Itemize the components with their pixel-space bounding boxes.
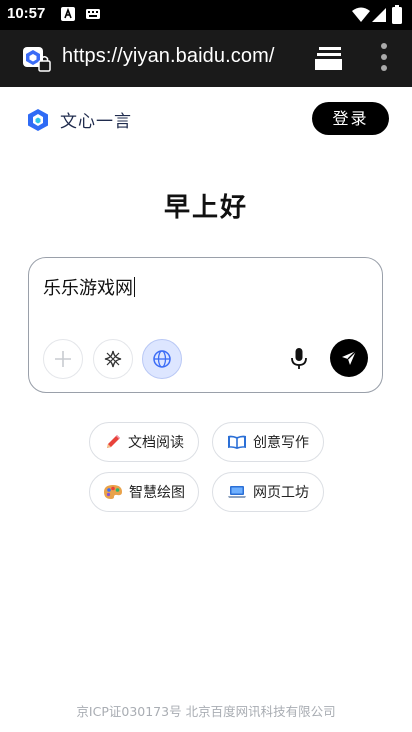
more-menu-icon[interactable] [376, 42, 392, 72]
laptop-icon [227, 484, 247, 500]
send-icon [342, 350, 357, 365]
battery-icon [392, 5, 402, 24]
logo-text: 文心一言 [60, 112, 132, 132]
prompt-input[interactable]: 乐乐游戏网 [43, 274, 135, 300]
signal-icon [372, 8, 386, 22]
web-search-toggle[interactable] [142, 339, 182, 379]
globe-icon [153, 350, 171, 368]
chip-creative-writing[interactable]: 创意写作 [212, 422, 324, 462]
chip-label: 文档阅读 [128, 435, 184, 451]
brand-logo[interactable]: 文心一言 [26, 107, 132, 132]
status-bar: 10:57 [0, 0, 412, 30]
chip-document-reading[interactable]: 文档阅读 [89, 422, 199, 462]
page-content: 文心一言 登录 早上好 乐乐游戏网 文档阅读 创意写作 智慧绘图 网页工坊 京I… [0, 87, 412, 732]
plus-icon [55, 351, 71, 367]
wifi-icon [352, 7, 370, 22]
chip-label: 网页工坊 [253, 485, 309, 501]
login-button[interactable]: 登录 [312, 102, 389, 135]
voice-input-button[interactable] [279, 339, 319, 379]
microphone-icon [291, 348, 307, 369]
chip-label: 创意写作 [253, 435, 309, 451]
tabs-icon[interactable] [314, 46, 344, 72]
greeting-title: 早上好 [163, 193, 248, 223]
keyboard-icon [86, 9, 100, 19]
wenxin-logo-icon [28, 108, 48, 131]
send-button[interactable] [330, 339, 368, 377]
browser-toolbar: https://yiyan.baidu.com/ [0, 30, 412, 87]
smart-tool-button[interactable] [93, 339, 133, 379]
status-time: 10:57 [7, 5, 46, 22]
add-attachment-button[interactable] [43, 339, 83, 379]
chip-smart-drawing[interactable]: 智慧绘图 [89, 472, 199, 512]
pencil-icon [104, 433, 122, 451]
text-caret [134, 277, 135, 297]
url-bar[interactable]: https://yiyan.baidu.com/ [62, 45, 275, 68]
chip-web-workshop[interactable]: 网页工坊 [212, 472, 324, 512]
prompt-input-box[interactable]: 乐乐游戏网 [28, 257, 383, 393]
spark-icon [104, 350, 122, 368]
prompt-input-value: 乐乐游戏网 [43, 278, 133, 299]
footer-icp[interactable]: 京ICP证030173号 北京百度网讯科技有限公司 [0, 701, 412, 720]
site-lock-icon[interactable] [22, 46, 52, 74]
palette-icon [103, 484, 123, 500]
chip-label: 智慧绘图 [129, 485, 185, 501]
book-icon [227, 434, 247, 450]
app-notification-icon [61, 7, 75, 21]
